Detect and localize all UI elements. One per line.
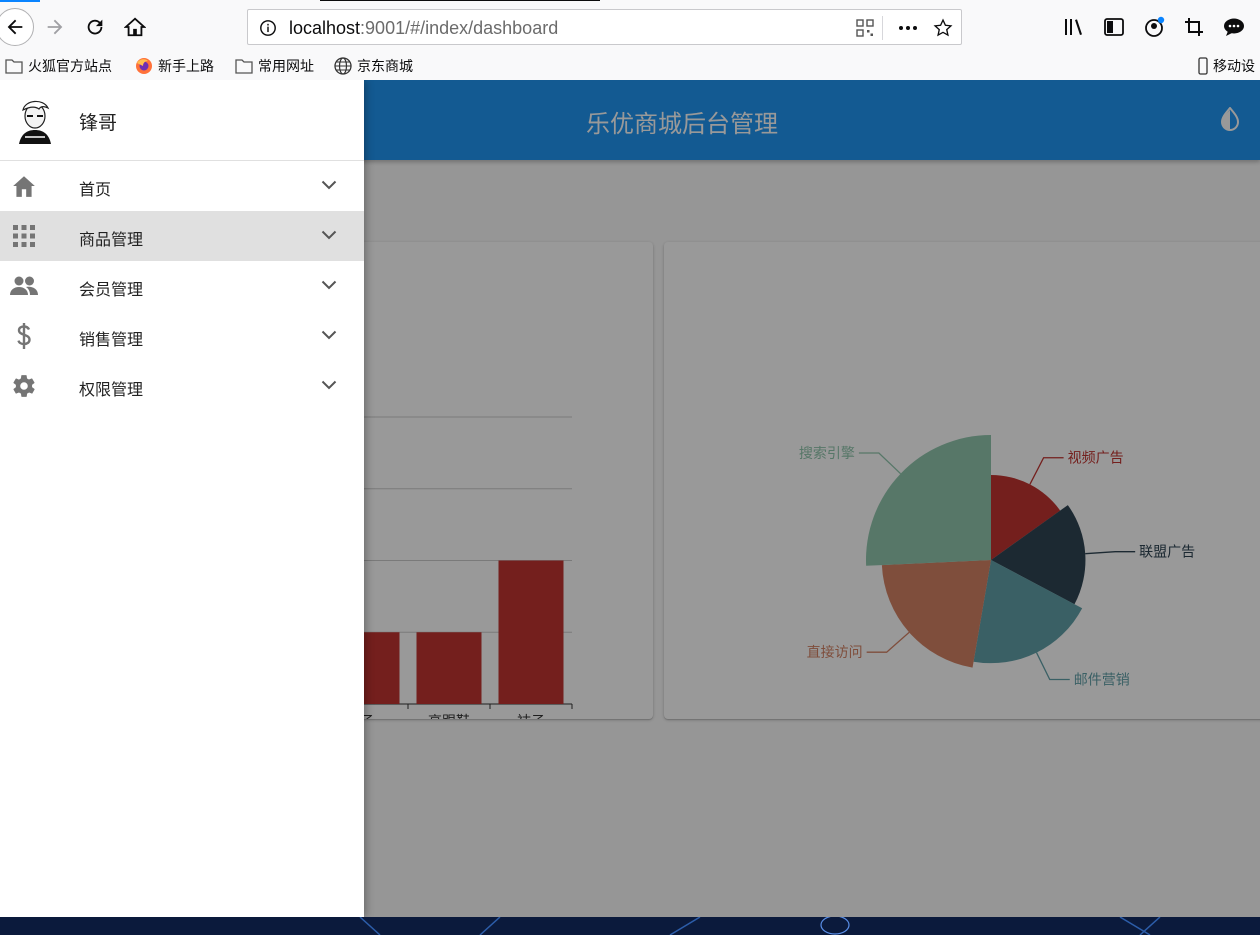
drawer-header: 锋哥 bbox=[0, 80, 364, 161]
avatar[interactable] bbox=[13, 96, 57, 144]
library-icon[interactable] bbox=[1062, 16, 1086, 38]
home-outline-icon bbox=[124, 17, 146, 37]
dollar-icon bbox=[10, 322, 38, 350]
username: 锋哥 bbox=[79, 112, 118, 134]
account-icon[interactable] bbox=[1142, 16, 1166, 38]
menu-item-label: 会员管理 bbox=[79, 280, 144, 299]
reload-icon bbox=[87, 19, 103, 35]
drawer-menu: 首页 商品管理 会员管理 销售管理 权限管理 bbox=[0, 161, 364, 411]
chevron-down-icon[interactable] bbox=[318, 174, 340, 196]
chat-bubble-icon[interactable] bbox=[1222, 16, 1246, 38]
menu-item-permissions[interactable]: 权限管理 bbox=[0, 361, 364, 411]
menu-item-members[interactable]: 会员管理 bbox=[0, 261, 364, 311]
chevron-down-icon[interactable] bbox=[318, 324, 340, 346]
forward-button[interactable] bbox=[36, 8, 74, 46]
chevron-down-icon[interactable] bbox=[318, 224, 340, 246]
tab-indicator bbox=[0, 0, 40, 2]
page-viewport: 乐优商城后台管理 子高跟鞋袜子 视频广告联盟广告邮件营销直接访问搜索引擎 bbox=[0, 80, 1260, 917]
more-actions-icon[interactable] bbox=[898, 18, 918, 38]
bookmarks-bar: 火狐官方站点 新手上路 常用网址 京东商城 移动设 bbox=[0, 54, 1260, 80]
chevron-down-icon[interactable] bbox=[318, 274, 340, 296]
bookmark-item[interactable]: 新手上路 bbox=[135, 55, 214, 77]
globe-icon bbox=[334, 57, 352, 75]
os-taskbar bbox=[0, 917, 1260, 935]
bookmark-label: 常用网址 bbox=[258, 59, 314, 75]
menu-item-label: 首页 bbox=[79, 180, 112, 199]
mobile-bookmarks-label: 移动设 bbox=[1213, 59, 1255, 75]
chevron-down-icon[interactable] bbox=[318, 374, 340, 396]
info-icon[interactable] bbox=[258, 18, 278, 38]
menu-item-goods[interactable]: 商品管理 bbox=[0, 211, 364, 261]
menu-item-label: 权限管理 bbox=[79, 380, 144, 399]
home-button[interactable] bbox=[116, 8, 154, 46]
bookmark-label: 火狐官方站点 bbox=[28, 59, 112, 75]
bookmark-item[interactable]: 常用网址 bbox=[235, 55, 314, 77]
url-text[interactable]: localhost:9001/#/index/dashboard bbox=[289, 18, 558, 39]
star-bookmark-icon[interactable] bbox=[933, 18, 953, 38]
reload-button[interactable] bbox=[76, 8, 114, 46]
firefox-icon bbox=[136, 58, 152, 74]
arrow-left-icon bbox=[7, 19, 23, 35]
bookmark-item[interactable]: 火狐官方站点 bbox=[5, 55, 112, 77]
url-separator bbox=[882, 16, 883, 40]
menu-item-sales[interactable]: 销售管理 bbox=[0, 311, 364, 361]
people-icon bbox=[10, 272, 38, 300]
navigation-drawer: 锋哥 首页 商品管理 会员管理 销售管理 权限管理 bbox=[0, 80, 364, 917]
crop-screenshot-icon[interactable] bbox=[1182, 16, 1206, 38]
sidebar-toggle-icon[interactable] bbox=[1102, 16, 1126, 38]
qr-code-icon[interactable] bbox=[855, 18, 875, 38]
bookmark-item[interactable]: 京东商城 bbox=[334, 55, 413, 77]
menu-item-label: 商品管理 bbox=[79, 230, 144, 249]
mobile-phone-icon bbox=[1198, 57, 1208, 75]
bookmark-label: 京东商城 bbox=[357, 59, 413, 75]
back-button[interactable] bbox=[0, 8, 34, 46]
url-bar[interactable]: localhost:9001/#/index/dashboard bbox=[247, 9, 962, 45]
bookmark-label: 新手上路 bbox=[158, 59, 214, 75]
home-icon bbox=[10, 172, 38, 200]
arrow-right-icon bbox=[47, 19, 63, 35]
apps-grid-icon bbox=[10, 222, 38, 250]
tab-indicator-2 bbox=[320, 0, 600, 1]
mobile-bookmarks[interactable]: 移动设 bbox=[1198, 55, 1255, 77]
menu-item-home[interactable]: 首页 bbox=[0, 161, 364, 211]
folder-icon bbox=[235, 59, 253, 74]
menu-item-label: 销售管理 bbox=[79, 330, 144, 349]
gear-icon bbox=[10, 372, 38, 400]
folder-icon bbox=[5, 59, 23, 74]
browser-toolbar: localhost:9001/#/index/dashboard bbox=[0, 0, 1260, 54]
